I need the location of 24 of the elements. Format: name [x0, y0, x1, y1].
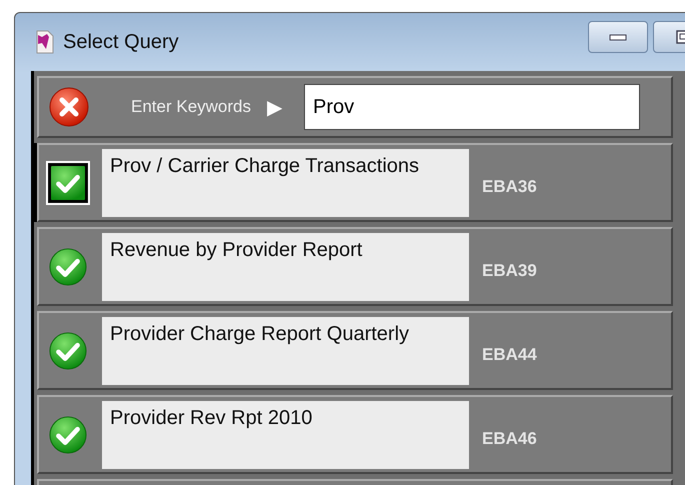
clear-button[interactable] — [49, 87, 89, 127]
query-name: Revenue by Provider Report — [102, 233, 469, 301]
checkmark-icon — [49, 332, 87, 370]
query-name: Provider Charge Report Quarterly — [102, 317, 469, 385]
query-row[interactable]: Provider Charge Report Quarterly EBA44 — [37, 311, 673, 390]
query-row[interactable]: Provider Rev Rpt 2010 EBA46 — [37, 395, 673, 474]
window-title: Select Query — [63, 30, 179, 54]
keyword-field[interactable]: Prov — [304, 84, 640, 130]
minimize-button[interactable] — [588, 21, 648, 53]
checkmark-icon — [49, 248, 87, 286]
query-code: EBA39 — [482, 260, 537, 280]
query-code: EBA36 — [482, 176, 537, 196]
query-name: Provider Rev Rpt 2010 — [102, 401, 469, 469]
query-code: EBA44 — [482, 344, 537, 364]
document-icon — [35, 30, 55, 54]
checkmark-icon — [49, 164, 87, 202]
close-icon — [49, 87, 89, 127]
keywords-label: Enter Keywords — [131, 97, 251, 117]
query-name: Prov / Carrier Charge Transactions — [102, 149, 469, 217]
arrow-glyph: ▶ — [267, 96, 282, 120]
query-code: EBA46 — [482, 428, 537, 448]
checkmark-icon — [49, 416, 87, 454]
query-row[interactable]: Revenue by Provider Report EBA39 — [37, 227, 673, 306]
minimize-icon — [609, 33, 627, 41]
